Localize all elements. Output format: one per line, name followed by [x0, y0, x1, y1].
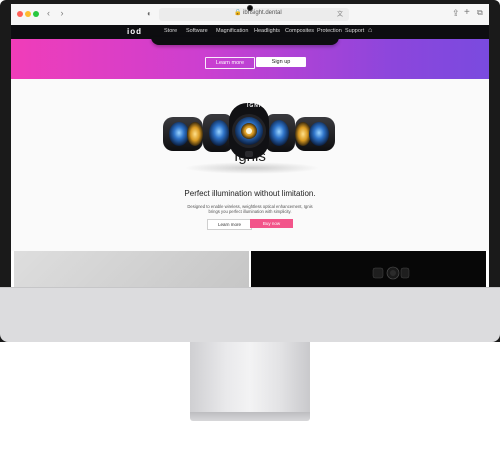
hero-subtitle: Perfect illumination without limitation. [184, 189, 316, 198]
reader-mode-icon[interactable]: ◐ [147, 9, 152, 18]
fullscreen-window-button[interactable] [33, 11, 39, 17]
screen: ‹ › ◐ 🔒 ibnsight.dental 文 ⇪ + ⧉ iod Stor… [11, 4, 489, 287]
nav-item-protection[interactable]: Protection [317, 28, 342, 34]
feature-tile-right[interactable] [251, 251, 486, 287]
hero-buy-now-button[interactable]: Buy now [250, 219, 293, 228]
nav-item-magnification[interactable]: Magnification [216, 28, 248, 34]
close-window-button[interactable] [17, 11, 23, 17]
nav-dropdown-notch [151, 37, 339, 45]
nav-item-support[interactable]: Support [345, 28, 364, 34]
nav-item-composites[interactable]: Composites [285, 28, 314, 34]
promo-banner: Learn more Sign up [11, 39, 489, 79]
nav-item-store[interactable]: Store [164, 28, 177, 34]
promo-learn-more-button[interactable]: Learn more [205, 57, 255, 69]
site-logo[interactable]: iod [127, 27, 142, 36]
minimize-window-button[interactable] [25, 11, 31, 17]
ignis-headlight-image [163, 103, 335, 159]
hero-description: Designed to enable wireless, weightless … [187, 204, 313, 215]
promo-sign-up-button[interactable]: Sign up [256, 57, 306, 67]
lock-icon: 🔒 [234, 10, 242, 16]
shopping-bag-icon[interactable]: ⌂ [368, 27, 372, 34]
nav-item-software[interactable]: Software [186, 28, 208, 34]
back-forward-icon[interactable]: ‹ › [47, 8, 68, 18]
address-bar[interactable]: 🔒 ibnsight.dental 文 [159, 8, 349, 21]
address-text: ibnsight.dental [243, 10, 282, 16]
monitor-chin [0, 287, 500, 342]
tab-overview-icon[interactable]: ⧉ [477, 8, 483, 18]
product-brand-label: IGNIS [247, 103, 266, 109]
nav-item-headlights[interactable]: Headlights [254, 28, 280, 34]
product-shadow [184, 162, 320, 174]
webcam [248, 6, 252, 10]
hero-learn-more-button[interactable]: Learn more [207, 219, 252, 230]
monitor-stand [190, 342, 310, 416]
feature-tile-left[interactable] [14, 251, 249, 287]
monitor-stand-base [190, 412, 310, 421]
translate-icon[interactable]: 文 [337, 9, 343, 18]
new-tab-icon[interactable]: + [464, 7, 470, 18]
product-thumbnail-icon [372, 266, 410, 280]
share-icon[interactable]: ⇪ [452, 8, 460, 19]
